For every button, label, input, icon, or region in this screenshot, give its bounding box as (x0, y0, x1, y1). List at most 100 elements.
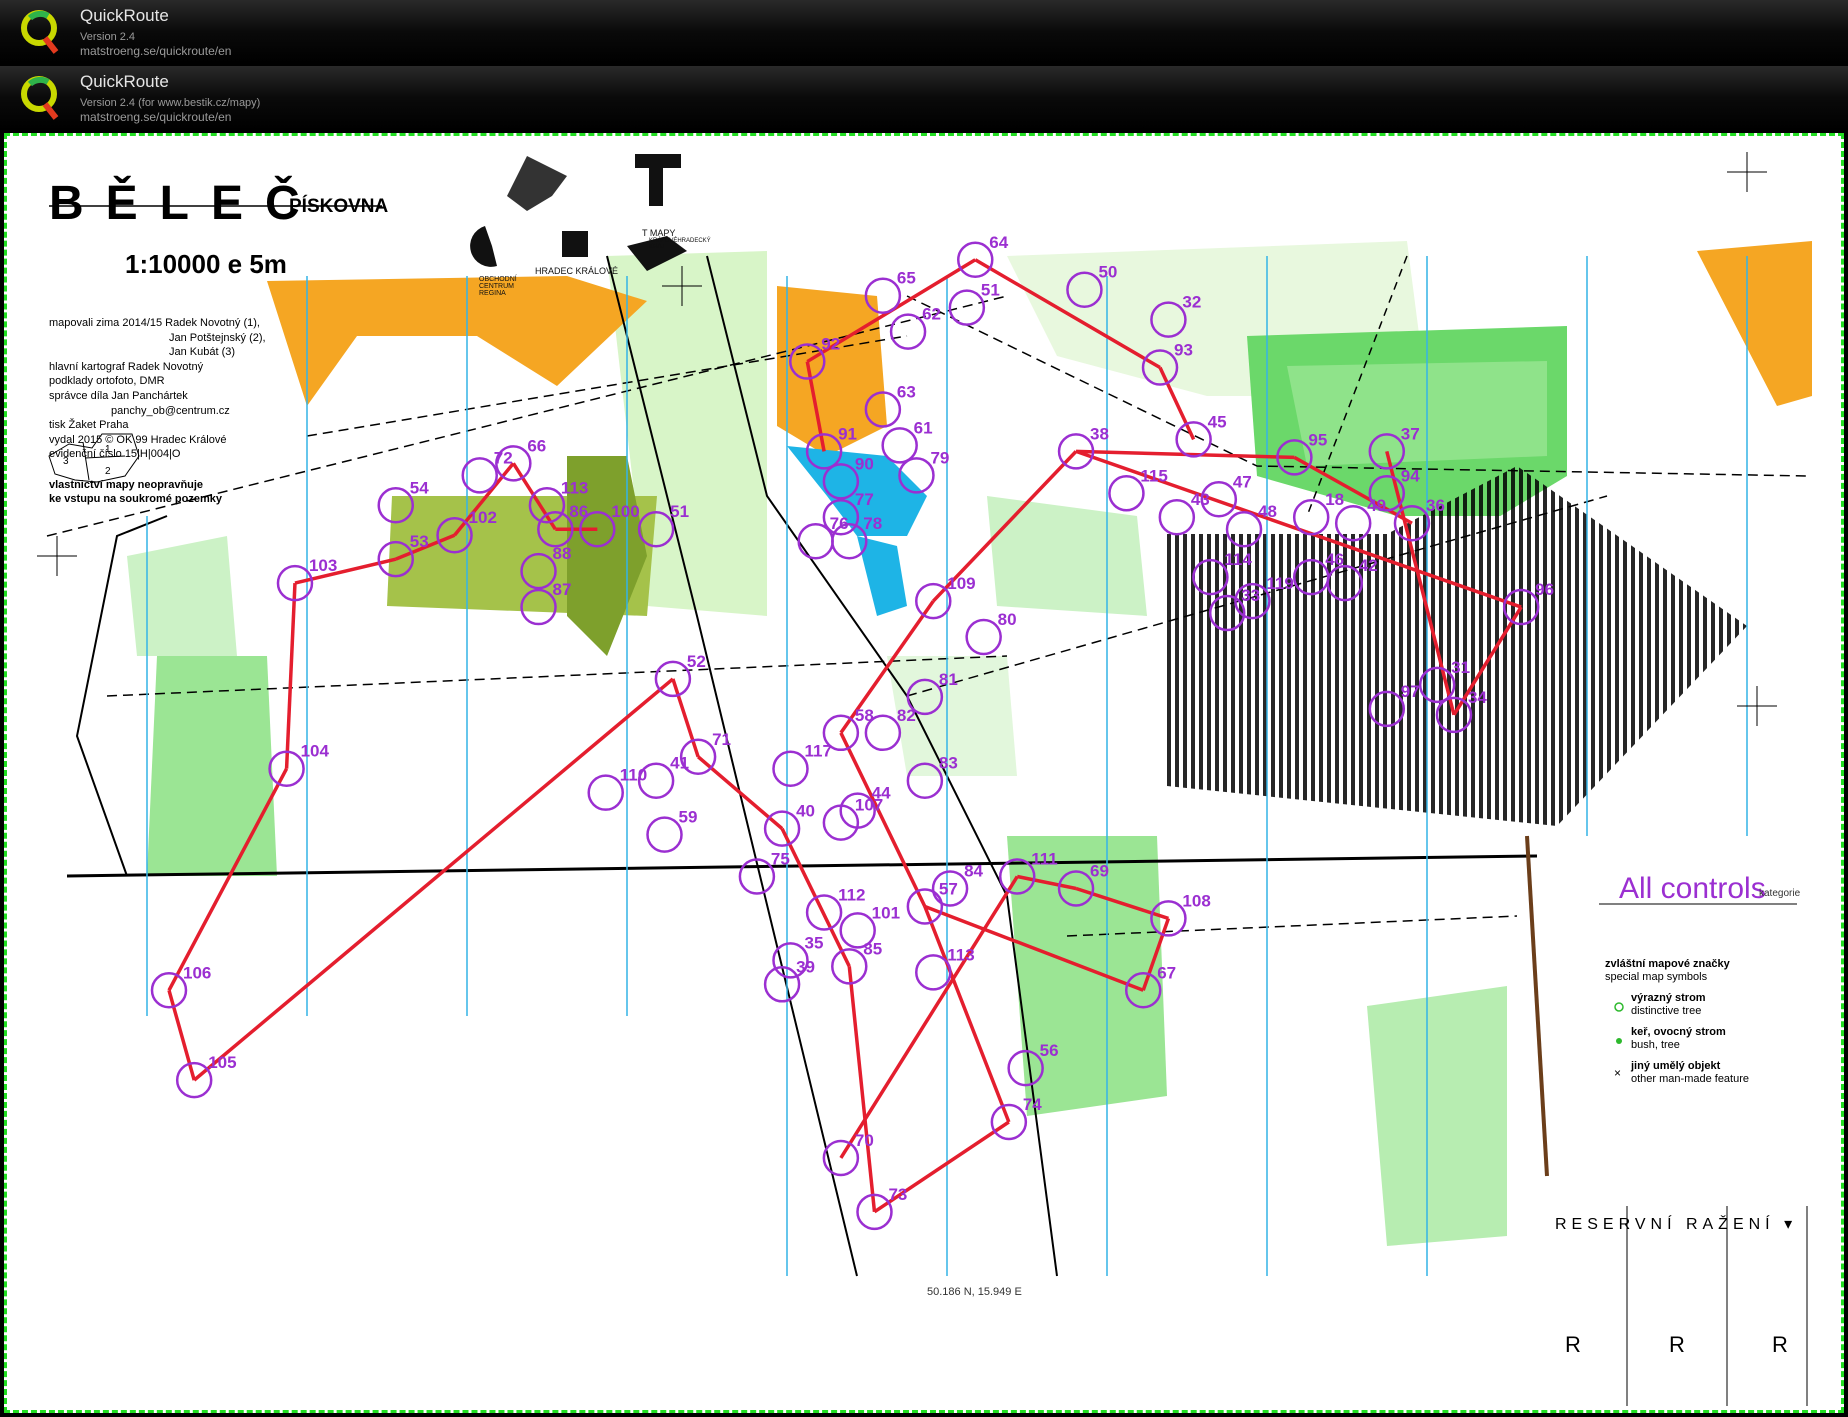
control-number: 71 (712, 730, 731, 749)
privacy-note: vlastnictví mapy neopravňuje ke vstupu n… (49, 478, 289, 506)
control-number: 49 (1367, 496, 1386, 515)
quickroute-header-bar-1: QuickRoute Version 2.4 matstroeng.se/qui… (0, 0, 1848, 63)
map-subtitle: PÍSKOVNA (289, 196, 389, 217)
control-number: 112 (838, 885, 865, 904)
control-number: 56 (1040, 1041, 1059, 1060)
control-number: 113 (947, 945, 974, 964)
control-number: 92 (821, 335, 840, 354)
control-number: 57 (939, 879, 958, 898)
control-number: 119 (1266, 574, 1293, 593)
app-url: matstroeng.se/quickroute/en (80, 44, 232, 58)
course-label: All controls (1619, 872, 1766, 905)
control-number: 39 (796, 957, 815, 976)
privacy-line: vlastnictví mapy neopravňuje (49, 479, 204, 491)
map-title: BĚLEČ (49, 177, 322, 230)
control-number: 91 (838, 424, 857, 443)
credit-line: podklady ortofoto, DMR (49, 375, 165, 388)
control-number: 51 (670, 502, 689, 521)
credit-line: správce díla Jan Panchártek (49, 389, 188, 402)
control-number: 52 (687, 652, 706, 671)
control-number: 114 (1224, 550, 1252, 569)
control-number: 43 (1191, 490, 1210, 509)
quickroute-header-bar-2: QuickRoute Version 2.4 (for www.bestik.c… (0, 66, 1848, 130)
control-number: 106 (183, 963, 211, 982)
symbols-title: zvláštní mapové značky (1605, 958, 1730, 970)
control-number: 82 (897, 706, 916, 725)
symbols-subtitle: special map symbols (1605, 971, 1708, 983)
app-version: Version 2.4 (80, 31, 136, 43)
credit-line: hlavní kartograf Radek Novotný (49, 360, 204, 373)
credit-line: panchy_ob@centrum.cz (111, 404, 230, 417)
control-number: 51 (981, 281, 1000, 300)
control-number: 50 (1098, 263, 1117, 282)
credit-line: vydal 2015 © OK 99 Hradec Králové (49, 433, 227, 446)
app-url: matstroeng.se/quickroute/en (80, 110, 232, 124)
symbol-cz: jiný umělý objekt (1631, 1060, 1721, 1072)
reserve-letter: R (1669, 1332, 1685, 1357)
map-frame[interactable]: 64 65 62 51 50 32 93 92 63 91 61 79 90 77 76 78 38 45 115 4… (4, 133, 1844, 1413)
control-number: 113 (561, 478, 588, 497)
control-number: 37 (1401, 424, 1420, 443)
symbol-en: bush, tree (1631, 1039, 1680, 1051)
control-number: 47 (1233, 472, 1252, 491)
control-number: 63 (897, 382, 916, 401)
sponsor-regina: OBCHODNÍ CENTRUM REGINA (479, 276, 517, 297)
map-scale: 1:10000 e 5m (125, 249, 287, 279)
control-number: 59 (679, 808, 698, 827)
control-number: 90 (855, 454, 874, 473)
control-number: 88 (553, 544, 572, 563)
control-number: 77 (855, 490, 874, 509)
control-number: 61 (914, 418, 933, 437)
control-number: 65 (897, 269, 916, 288)
symbols-legend: zvláštní mapové značky special map symbo… (1605, 958, 1835, 1086)
control-number: 67 (1157, 963, 1176, 982)
quickroute-logo-icon (21, 10, 59, 54)
control-number: 36 (1426, 496, 1445, 515)
control-number: 95 (1308, 430, 1327, 449)
control-number: 45 (1208, 412, 1227, 431)
control-number: 109 (947, 574, 975, 593)
control-number: 54 (410, 478, 429, 497)
control-number: 104 (301, 742, 330, 761)
control-number: 48 (1258, 502, 1277, 521)
control-number: 100 (611, 502, 639, 521)
app-version: Version 2.4 (for www.bestik.cz/mapy) (80, 97, 261, 109)
control-number: 18 (1325, 490, 1344, 509)
symbol-cz: výrazný strom (1631, 992, 1706, 1004)
control-number: 70 (855, 1131, 874, 1150)
symbol-cz: keř, ovocný strom (1631, 1026, 1726, 1038)
map-coordinates: 50.186 N, 15.949 E (927, 1286, 1022, 1298)
control-number: 74 (1023, 1095, 1042, 1114)
control-number: 101 (872, 903, 900, 922)
app-name: QuickRoute (80, 6, 169, 25)
control-number: 80 (998, 610, 1017, 629)
control-number: 83 (939, 754, 958, 773)
control-number: 87 (553, 580, 572, 599)
reserve-punch-label: RESERVNÍ RAŽENÍ ▾ (1555, 1216, 1798, 1233)
control-number: 79 (930, 448, 949, 467)
control-number: 73 (888, 1185, 907, 1204)
control-number: 93 (1174, 341, 1193, 360)
app-name: QuickRoute (80, 72, 169, 91)
symbol-en: distinctive tree (1631, 1005, 1702, 1017)
sponsor-kraj: KRÁLOVÉHRADECKÝ KRAJ (649, 238, 711, 250)
control-number: 117 (804, 742, 831, 761)
control-number: 64 (989, 233, 1008, 252)
category-label: kategorie (1759, 888, 1801, 899)
control-number: 32 (1182, 293, 1201, 312)
control-number: 34 (1468, 688, 1487, 707)
control-number: 94 (1401, 466, 1420, 485)
control-number: 31 (1451, 658, 1470, 677)
credit-line: Jan Potštejnský (2), (169, 331, 266, 344)
control-number: 96 (1535, 580, 1554, 599)
control-number: 40 (796, 802, 815, 821)
sponsor-tmapy: T MAPY (642, 228, 676, 238)
control-number: 107 (855, 796, 883, 815)
reserve-letter: R (1565, 1332, 1581, 1357)
control-number: 53 (410, 532, 429, 551)
reserve-letter: R (1772, 1332, 1788, 1357)
control-number: 42 (1359, 556, 1378, 575)
control-number: 35 (804, 933, 823, 952)
control-number: 66 (527, 436, 546, 455)
symbol-en: other man-made feature (1631, 1073, 1750, 1085)
